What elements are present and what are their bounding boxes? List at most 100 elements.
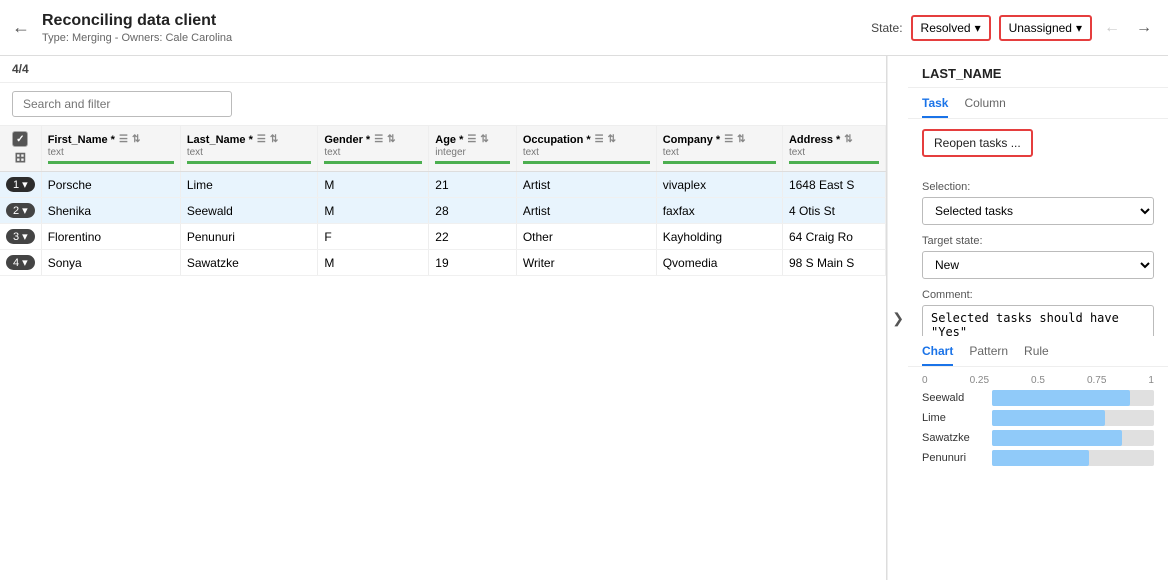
grid-icon[interactable]: ⊞ — [14, 149, 26, 166]
chart-bar-track — [992, 430, 1154, 446]
prev-nav-button[interactable]: ← — [1100, 15, 1124, 41]
col-sort-icon-first-name[interactable]: ⇅ — [132, 134, 140, 145]
col-sort-icon-last-name[interactable]: ⇅ — [270, 134, 278, 145]
col-filter-icon-first-name[interactable]: ☰ — [119, 134, 128, 145]
record-count: 4/4 — [12, 62, 29, 76]
chart-bar-fill — [992, 430, 1122, 446]
col-header-age: Age * ☰ ⇅ integer — [429, 126, 517, 172]
col-header-occupation: Occupation * ☰ ⇅ text — [516, 126, 656, 172]
chart-bar-label: Sawatzke — [922, 432, 992, 444]
cell-age: 21 — [429, 172, 517, 198]
table-toolbar: 4/4 — [0, 56, 886, 83]
col-type-last-name: text — [187, 147, 312, 158]
comment-textarea[interactable]: Selected tasks should have "Yes" — [922, 305, 1154, 336]
col-sort-icon-address[interactable]: ⇅ — [844, 134, 852, 145]
search-input[interactable] — [12, 91, 232, 117]
col-header-address: Address * ⇅ text — [782, 126, 885, 172]
row-badge[interactable]: 3 ▾ — [6, 229, 35, 244]
state-dropdown[interactable]: Resolved ▾ — [911, 15, 991, 41]
cell-address: 4 Otis St — [782, 198, 885, 224]
cell-last-name: Lime — [180, 172, 318, 198]
assignee-dropdown[interactable]: Unassigned ▾ — [999, 15, 1092, 41]
right-panel: LAST_NAME Task Column Reopen tasks ... S… — [908, 56, 1168, 580]
next-nav-button[interactable]: → — [1132, 15, 1156, 41]
row-badge[interactable]: 4 ▾ — [6, 255, 35, 270]
cell-first-name: Porsche — [41, 172, 180, 198]
chart-tab-pattern[interactable]: Pattern — [969, 344, 1008, 366]
col-label-age: Age * — [435, 134, 463, 146]
cell-first-name: Florentino — [41, 224, 180, 250]
col-bar-last-name — [187, 161, 312, 164]
chart-axis: 0 0.25 0.5 0.75 1 — [922, 375, 1154, 386]
collapse-arrow[interactable]: ❯ — [887, 56, 908, 580]
col-type-gender: text — [324, 147, 422, 158]
row-badge[interactable]: 2 ▾ — [6, 203, 35, 218]
col-header-gender: Gender * ☰ ⇅ text — [318, 126, 429, 172]
select-all-checkbox[interactable]: ✓ — [12, 131, 28, 147]
col-type-occupation: text — [523, 147, 650, 158]
cell-age: 28 — [429, 198, 517, 224]
panel-title: LAST_NAME — [922, 66, 1154, 81]
row-num-cell: 2 ▾ — [0, 198, 41, 224]
col-label-company: Company * — [663, 134, 720, 146]
table-row[interactable]: 4 ▾SonyaSawatzkeM19WriterQvomedia98 S Ma… — [0, 250, 886, 276]
row-num-cell: 4 ▾ — [0, 250, 41, 276]
chart-area: 0 0.25 0.5 0.75 1 SeewaldLimeSawatzkePen… — [908, 367, 1168, 580]
col-header-first-name: First_Name * ☰ ⇅ text — [41, 126, 180, 172]
cell-occupation: Other — [516, 224, 656, 250]
chart-bar-label: Seewald — [922, 392, 992, 404]
table-row[interactable]: 3 ▾FlorentinoPenunuriF22OtherKayholding6… — [0, 224, 886, 250]
table-row[interactable]: 1 ▾PorscheLimeM21Artistvivaplex1648 East… — [0, 172, 886, 198]
col-filter-icon-company[interactable]: ☰ — [724, 134, 733, 145]
cell-gender: M — [318, 250, 429, 276]
cell-last-name: Seewald — [180, 198, 318, 224]
col-filter-icon-occupation[interactable]: ☰ — [595, 134, 604, 145]
left-panel: 4/4 ✓ ⊞ First_ — [0, 56, 887, 580]
col-bar-first-name — [48, 161, 174, 164]
col-bar-age — [435, 161, 510, 164]
col-sort-icon-company[interactable]: ⇅ — [737, 134, 745, 145]
col-sort-icon-age[interactable]: ⇅ — [480, 134, 488, 145]
row-num-cell: 3 ▾ — [0, 224, 41, 250]
cell-company: Kayholding — [656, 224, 782, 250]
col-sort-icon-gender[interactable]: ⇅ — [387, 134, 395, 145]
col-label-address: Address * — [789, 134, 840, 146]
tab-column[interactable]: Column — [964, 96, 1005, 118]
chevron-down-icon: ▾ — [1076, 21, 1082, 35]
chart-tabs: Chart Pattern Rule — [908, 336, 1168, 367]
title-area: Reconciling data client Type: Merging - … — [42, 12, 871, 44]
col-bar-company — [663, 161, 776, 164]
col-filter-icon-last-name[interactable]: ☰ — [257, 134, 266, 145]
cell-occupation: Writer — [516, 250, 656, 276]
cell-company: Qvomedia — [656, 250, 782, 276]
selection-select[interactable]: Selected tasks All tasks Current task — [922, 197, 1154, 225]
reopen-tasks-button[interactable]: Reopen tasks ... — [922, 129, 1033, 157]
row-badge[interactable]: 1 ▾ — [6, 177, 35, 192]
col-filter-icon-gender[interactable]: ☰ — [374, 134, 383, 145]
chart-bar-fill — [992, 410, 1105, 426]
target-state-label: Target state: — [922, 235, 1154, 247]
axis-label-100: 1 — [1148, 375, 1154, 386]
col-sort-icon-occupation[interactable]: ⇅ — [608, 134, 616, 145]
col-label-gender: Gender * — [324, 134, 370, 146]
chart-bar-row: Sawatzke — [922, 430, 1154, 446]
back-button[interactable]: ← — [12, 17, 30, 38]
cell-first-name: Shenika — [41, 198, 180, 224]
tab-task[interactable]: Task — [922, 96, 948, 118]
chart-bar-fill — [992, 450, 1089, 466]
assignee-value: Unassigned — [1009, 21, 1072, 35]
col-header-company: Company * ☰ ⇅ text — [656, 126, 782, 172]
table-body: 1 ▾PorscheLimeM21Artistvivaplex1648 East… — [0, 172, 886, 276]
table-row[interactable]: 2 ▾ShenikaSeewaldM28Artistfaxfax4 Otis S… — [0, 198, 886, 224]
chart-bar-row: Penunuri — [922, 450, 1154, 466]
table-header-row: ✓ ⊞ First_Name * ☰ ⇅ text — [0, 126, 886, 172]
chart-tab-chart[interactable]: Chart — [922, 344, 953, 366]
selection-label: Selection: — [922, 181, 1154, 193]
col-filter-icon-age[interactable]: ☰ — [467, 134, 476, 145]
chart-tab-rule[interactable]: Rule — [1024, 344, 1049, 366]
right-panel-tabs: Task Column — [908, 88, 1168, 119]
cell-gender: F — [318, 224, 429, 250]
target-state-select[interactable]: New In Progress Done — [922, 251, 1154, 279]
cell-company: faxfax — [656, 198, 782, 224]
cell-address: 1648 East S — [782, 172, 885, 198]
